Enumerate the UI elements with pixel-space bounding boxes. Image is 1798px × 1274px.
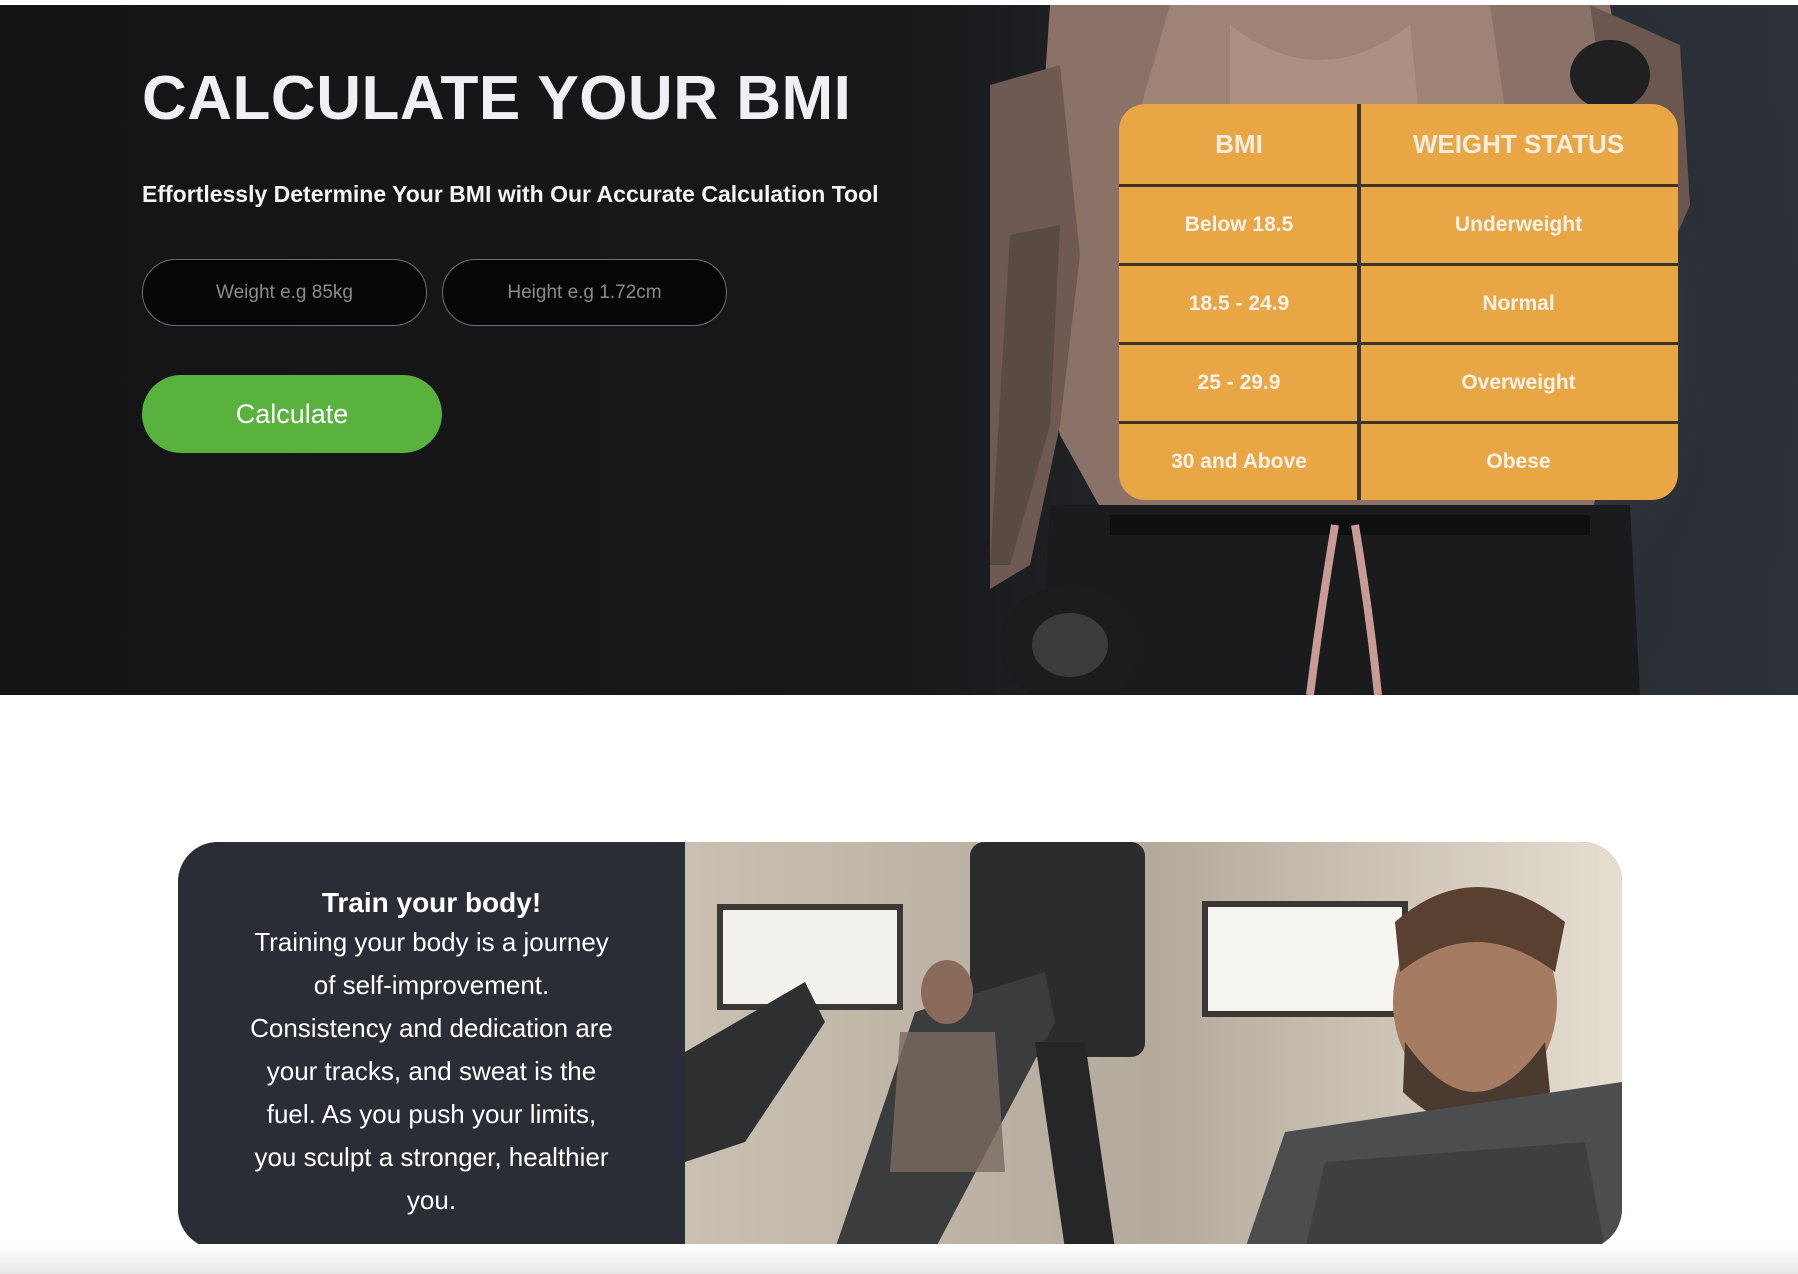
height-input[interactable] [442, 259, 727, 326]
train-image-gym-photo [685, 842, 1622, 1249]
bmi-range-cell: Below 18.5 [1184, 213, 1294, 236]
weight-status-cell: Underweight [1454, 213, 1583, 236]
bmi-range-cell: 30 and Above [1171, 450, 1307, 473]
bmi-table: BMI WEIGHT STATUS Below 18.5 Underweight… [1119, 104, 1678, 500]
page-bottom-edge [0, 1244, 1798, 1274]
table-header-row: BMI WEIGHT STATUS [1119, 104, 1678, 184]
hero-subtitle: Effortlessly Determine Your BMI with Our… [142, 181, 879, 207]
table-row: 18.5 - 24.9 Normal [1119, 266, 1678, 342]
bmi-range-cell: 18.5 - 24.9 [1188, 292, 1290, 315]
table-row: 25 - 29.9 Overweight [1119, 345, 1678, 421]
train-text-panel: Train your body! Training your body is a… [178, 842, 685, 1249]
weight-status-cell: Normal [1482, 292, 1555, 315]
table-header-weight-status: WEIGHT STATUS [1412, 128, 1625, 159]
page-title: CALCULATE YOUR BMI [142, 64, 852, 133]
calculate-button[interactable]: Calculate [142, 375, 442, 453]
train-title: Train your body! [321, 887, 542, 918]
bmi-range-cell: 25 - 29.9 [1197, 371, 1281, 394]
train-card: Train your body! Training your body is a… [178, 842, 1622, 1249]
weight-input[interactable] [142, 259, 427, 326]
table-header-bmi: BMI [1215, 128, 1263, 159]
table-row: 30 and Above Obese [1119, 424, 1678, 500]
table-row: Below 18.5 Underweight [1119, 187, 1678, 263]
weight-status-cell: Overweight [1461, 371, 1576, 394]
weight-status-cell: Obese [1486, 450, 1551, 473]
hero-section: CALCULATE YOUR BMI Effortlessly Determin… [0, 5, 1798, 695]
train-body: Training your body is a journey of self-… [250, 927, 613, 1215]
